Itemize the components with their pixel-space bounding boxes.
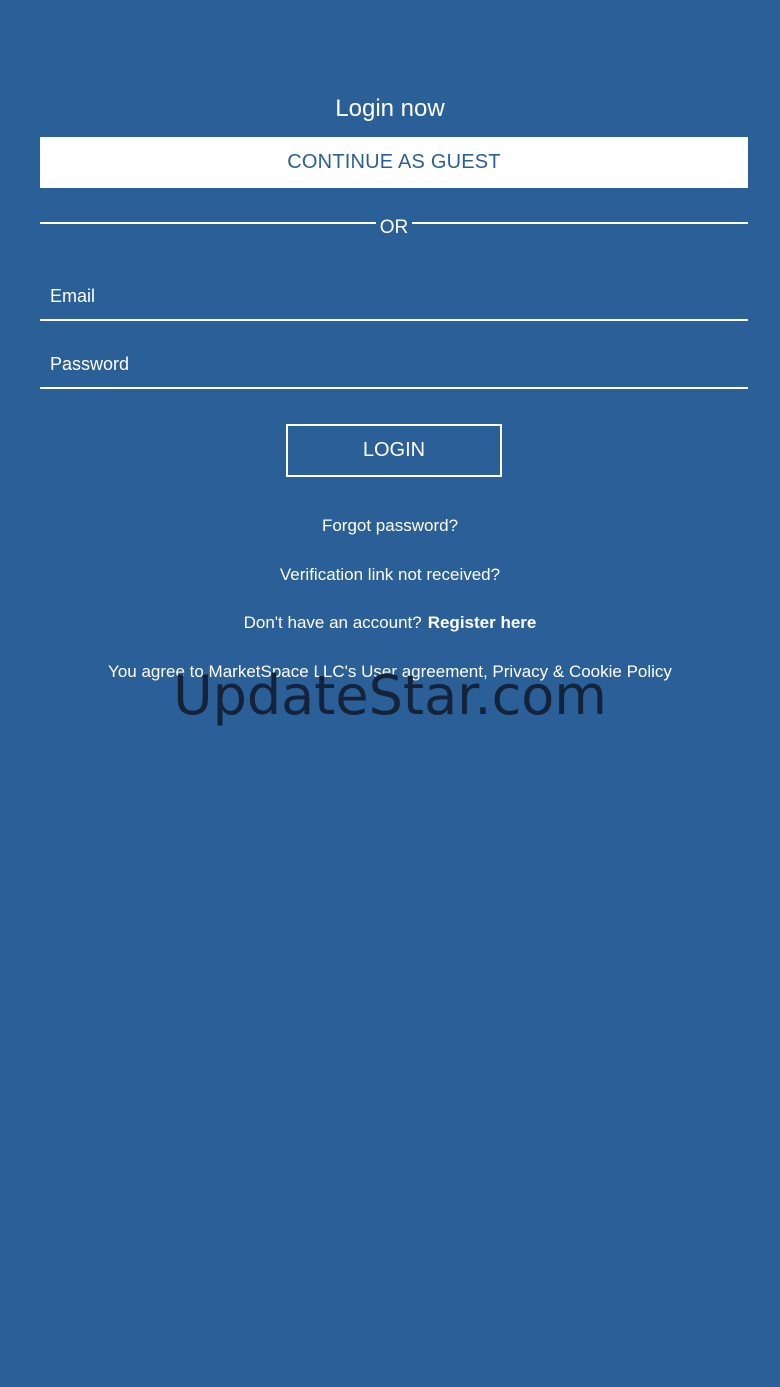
register-row: Don't have an account? Register here: [0, 611, 780, 635]
password-input[interactable]: [40, 341, 748, 387]
or-divider: OR: [40, 214, 748, 242]
login-button[interactable]: LOGIN: [286, 424, 502, 477]
verification-row: Verification link not received?: [0, 563, 780, 587]
verification-link[interactable]: Verification link not received?: [280, 565, 500, 584]
or-divider-label: OR: [379, 217, 409, 238]
forgot-password-link[interactable]: Forgot password?: [322, 516, 458, 535]
divider-line-right: [412, 222, 748, 224]
agreement-text: You agree to MarketSpace LLC's User agre…: [108, 662, 672, 681]
login-screen: Login now CONTINUE AS GUEST OR LOGIN For…: [0, 0, 780, 1387]
divider-line-left: [40, 222, 376, 224]
email-input[interactable]: [40, 273, 748, 319]
password-field-container: [40, 341, 748, 389]
email-field-container: [40, 273, 748, 321]
forgot-password-row: Forgot password?: [0, 514, 780, 538]
continue-as-guest-button[interactable]: CONTINUE AS GUEST: [40, 137, 748, 188]
no-account-text: Don't have an account?: [243, 613, 422, 632]
register-link[interactable]: Register here: [428, 613, 537, 632]
page-title: Login now: [335, 95, 445, 122]
